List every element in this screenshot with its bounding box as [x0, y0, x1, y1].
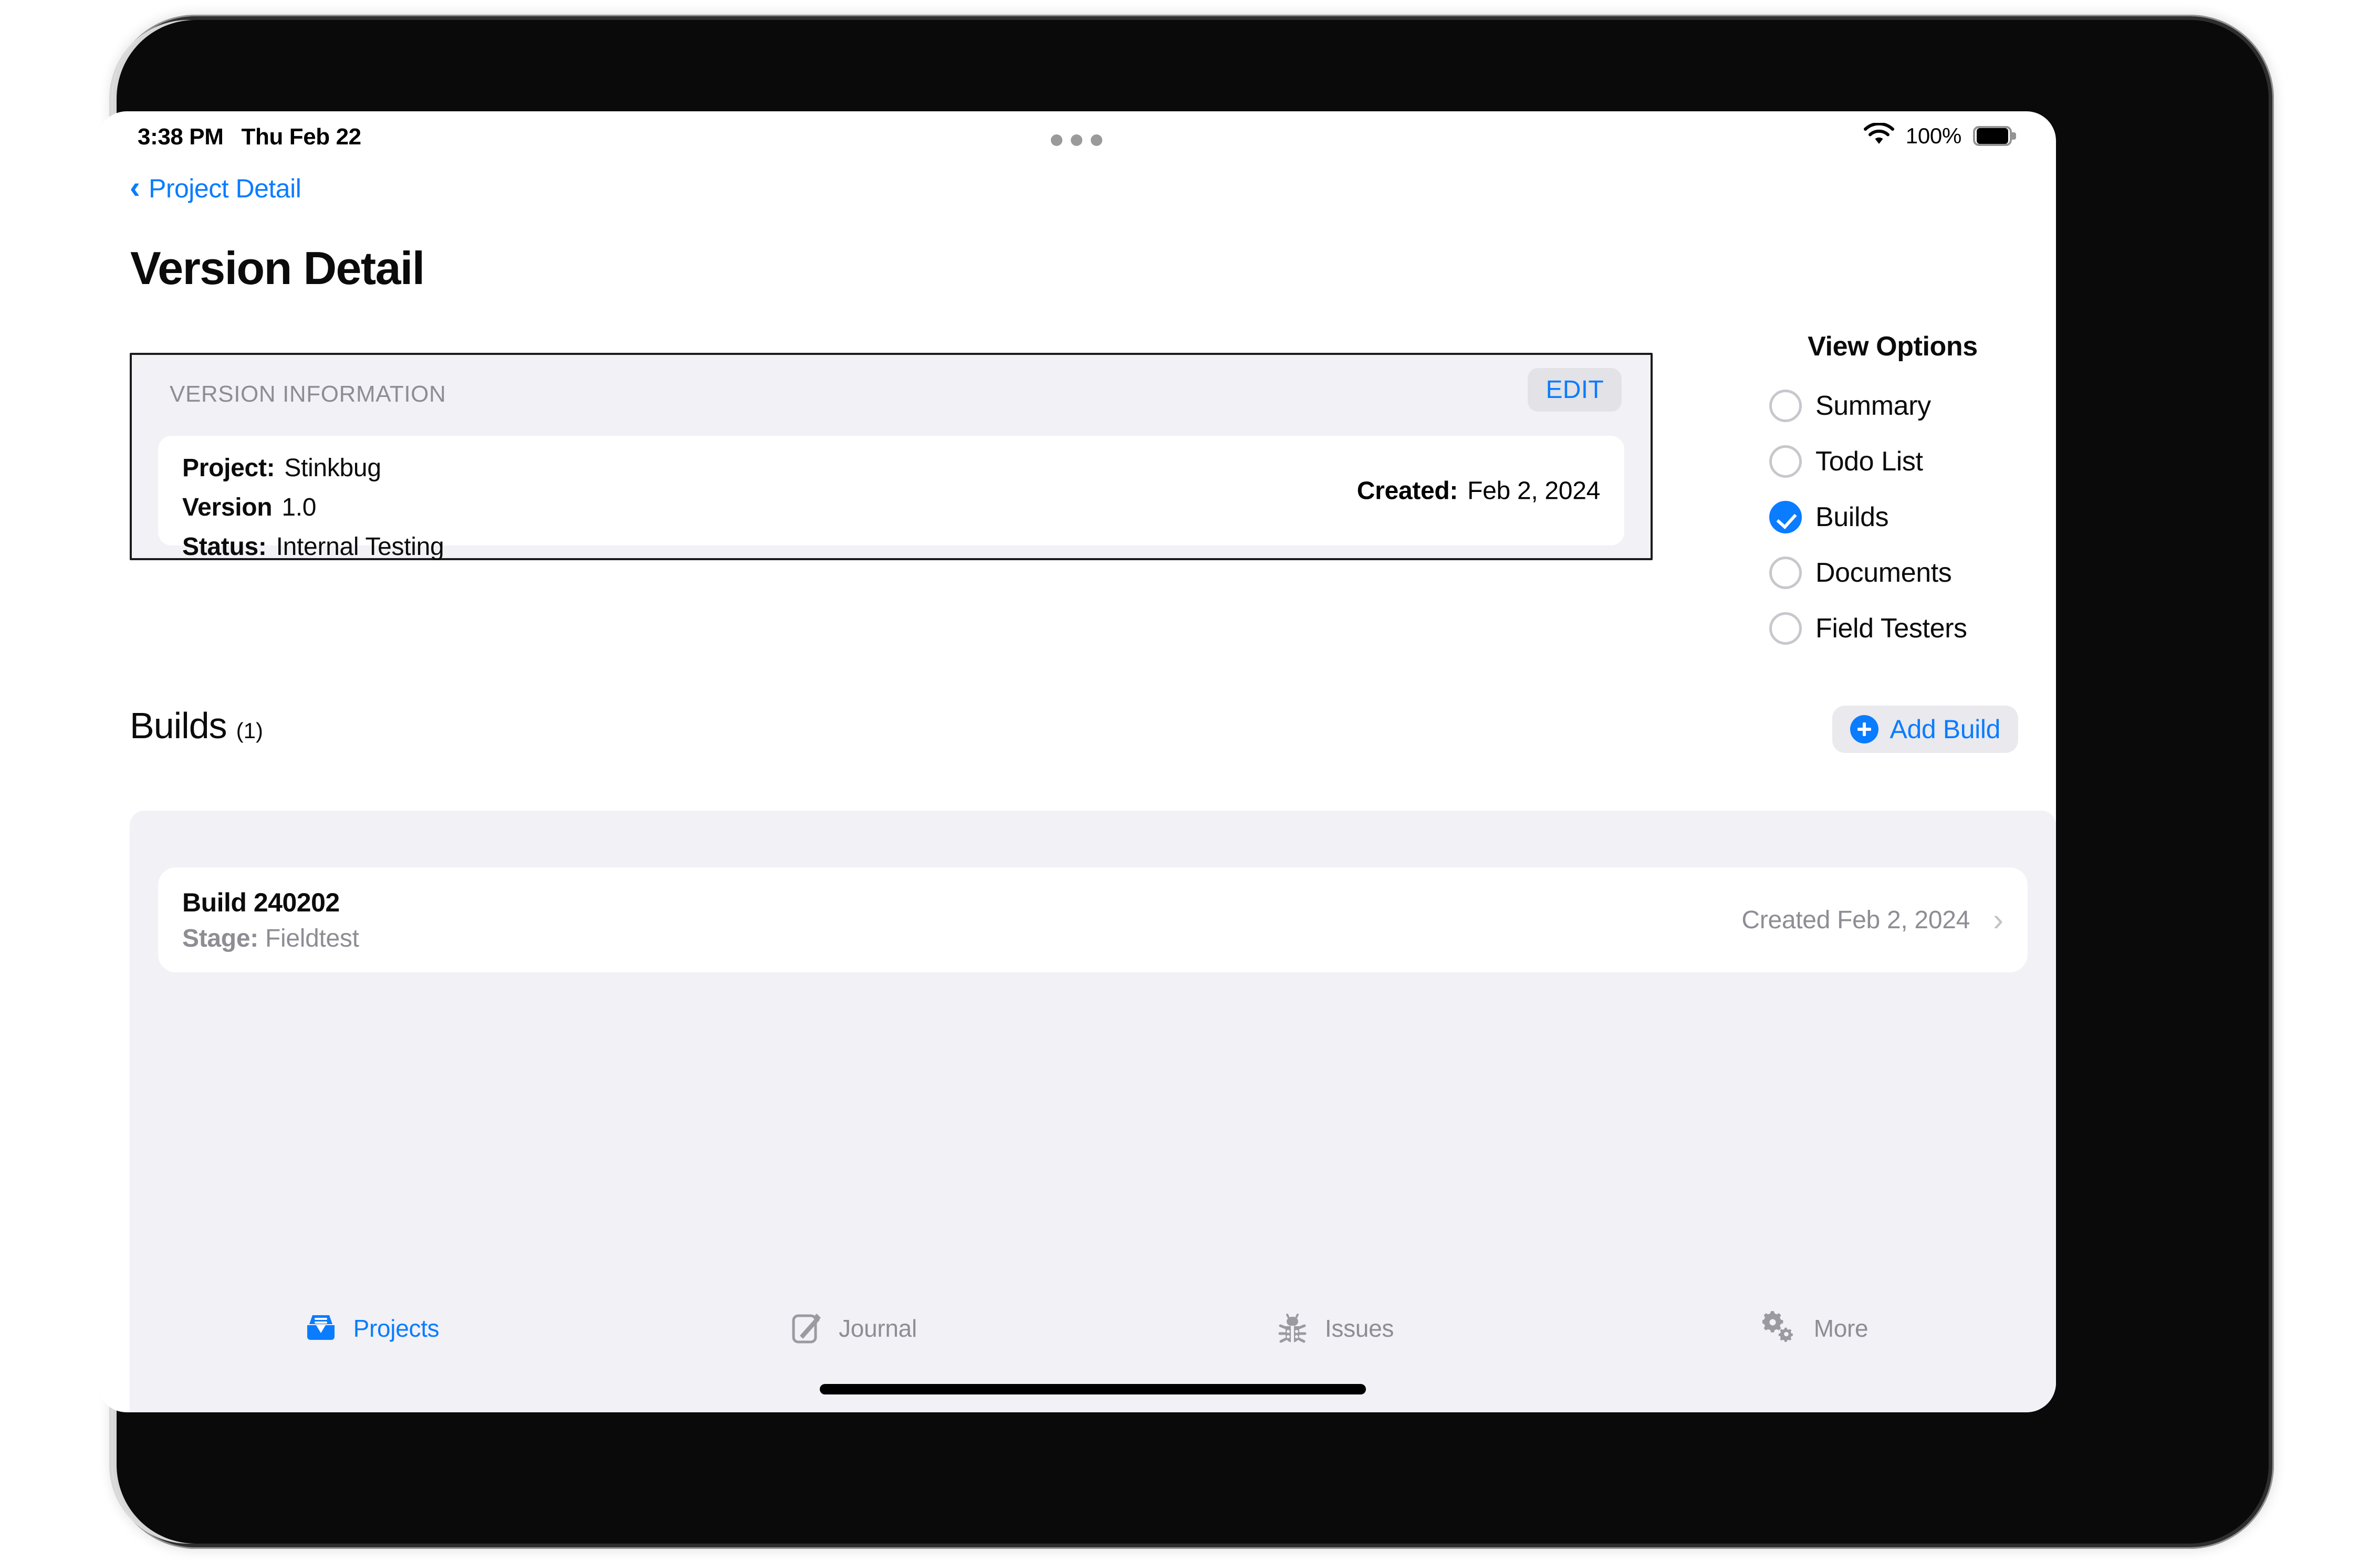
view-option-label: Todo List: [1815, 446, 1923, 477]
view-option-label: Field Testers: [1815, 613, 1967, 644]
view-option-label: Builds: [1815, 502, 1889, 532]
status-time-date: 3:38 PM Thu Feb 22: [138, 124, 361, 150]
view-option-label: Documents: [1815, 558, 1952, 588]
radio-icon: [1769, 445, 1802, 478]
project-label: Project:: [182, 454, 275, 482]
radio-icon: [1769, 390, 1802, 422]
version-information-header: VERSION INFORMATION: [170, 381, 446, 407]
view-option-field-testers[interactable]: Field Testers: [1769, 601, 2016, 656]
back-button[interactable]: ‹ Project Detail: [130, 170, 301, 205]
three-dots-icon[interactable]: [1051, 134, 1102, 146]
view-option-todo-list[interactable]: Todo List: [1769, 434, 2016, 489]
view-option-builds[interactable]: Builds: [1769, 489, 2016, 545]
chevron-left-icon: ‹: [130, 170, 140, 205]
chevron-right-icon: ›: [1993, 902, 2003, 937]
dot: [1051, 134, 1062, 146]
tab-projects[interactable]: Projects: [130, 1281, 611, 1412]
page-title: Version Detail: [130, 242, 425, 294]
builds-section-title: Builds: [130, 705, 227, 746]
view-option-summary[interactable]: Summary: [1769, 378, 2016, 434]
status-bar: 3:38 PM Thu Feb 22 100%: [97, 111, 2056, 168]
version-value: 1.0: [281, 494, 317, 521]
radio-icon: [1769, 612, 1802, 645]
created-date-group: Created: Feb 2, 2024: [1356, 476, 1601, 505]
tab-label: Issues: [1324, 1315, 1394, 1342]
builds-section-count: (1): [236, 718, 263, 743]
tab-label: Journal: [839, 1315, 917, 1342]
status-label: Status:: [182, 533, 267, 561]
builds-list-panel: Build 240202 Stage: Fieldtest Created Fe…: [130, 811, 2056, 1412]
add-build-button[interactable]: Add Build: [1832, 706, 2018, 753]
status-date: Thu Feb 22: [241, 124, 362, 150]
created-value: Feb 2, 2024: [1467, 477, 1600, 505]
plus-circle-icon: [1850, 715, 1878, 743]
view-options-panel: View Options Summary Todo List Builds Do…: [1769, 331, 2016, 656]
radio-icon: [1769, 557, 1802, 589]
build-stage-label: Stage:: [182, 924, 258, 952]
tab-label: More: [1813, 1315, 1868, 1342]
status-value: Internal Testing: [276, 533, 444, 561]
dot: [1091, 134, 1102, 146]
dot: [1071, 134, 1082, 146]
inbox-tray-icon: [302, 1309, 340, 1347]
note-pencil-icon: [787, 1309, 825, 1347]
gears-icon: [1761, 1309, 1800, 1347]
version-info-row-status: Status: Internal Testing: [182, 532, 1600, 561]
status-indicators: 100%: [1863, 122, 2012, 149]
version-label: Version: [182, 494, 273, 521]
build-row-main: Build 240202 Stage: Fieldtest: [182, 887, 1741, 953]
view-option-label: Summary: [1815, 391, 1931, 421]
build-stage-value: Fieldtest: [265, 924, 359, 952]
build-created-date: Created Feb 2, 2024: [1741, 906, 1970, 934]
builds-section-heading: Builds (1): [130, 705, 263, 747]
version-information-card: VERSION INFORMATION EDIT Project: Stinkb…: [130, 353, 1653, 561]
radio-checked-icon: [1769, 501, 1802, 533]
build-list-item[interactable]: Build 240202 Stage: Fieldtest Created Fe…: [158, 867, 2028, 972]
add-build-label: Add Build: [1890, 715, 2001, 744]
tab-more[interactable]: More: [1574, 1281, 2056, 1412]
back-button-label: Project Detail: [148, 174, 301, 203]
tab-label: Projects: [353, 1315, 440, 1342]
bug-icon: [1273, 1309, 1311, 1347]
wifi-icon: [1863, 122, 1894, 149]
edit-button[interactable]: EDIT: [1528, 368, 1622, 412]
project-value: Stinkbug: [284, 454, 381, 482]
view-options-title: View Options: [1808, 331, 1978, 362]
battery-icon: [1973, 125, 2012, 146]
view-option-documents[interactable]: Documents: [1769, 545, 2016, 601]
build-title: Build 240202: [182, 887, 340, 917]
home-indicator[interactable]: [820, 1384, 1366, 1394]
build-stage: Stage: Fieldtest: [182, 924, 1741, 953]
battery-percent-label: 100%: [1905, 123, 1962, 148]
version-information-body: Project: Stinkbug Version 1.0 Status: In…: [158, 436, 1624, 561]
created-label: Created:: [1356, 477, 1458, 505]
tablet-screen: 3:38 PM Thu Feb 22 100% ‹ Project Detail: [97, 111, 2056, 1412]
status-time: 3:38 PM: [138, 124, 224, 150]
